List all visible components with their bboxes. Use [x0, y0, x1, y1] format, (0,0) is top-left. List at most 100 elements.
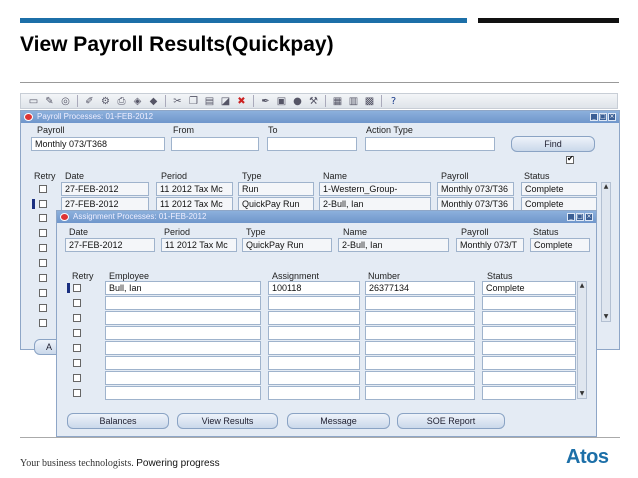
retry-checkbox[interactable]	[73, 329, 81, 337]
retry-checkbox[interactable]	[39, 319, 47, 327]
table-row-period[interactable]: 11 2012 Tax Mc	[156, 182, 233, 196]
scroll-up-icon[interactable]: ▲	[602, 183, 610, 191]
retry-checkbox[interactable]	[39, 274, 47, 282]
close-icon[interactable]: ×	[585, 213, 593, 221]
retry-checkbox[interactable]	[39, 214, 47, 222]
table-row-assignment[interactable]	[268, 386, 360, 400]
scroll-up-icon[interactable]: ▲	[578, 282, 586, 290]
table-row-number[interactable]	[365, 371, 475, 385]
assignment-table-scrollbar[interactable]: ▲ ▼	[577, 281, 587, 399]
edit-icon[interactable]: ✐	[83, 96, 96, 107]
date-field[interactable]: 27-FEB-2012	[65, 238, 155, 252]
scroll-down-icon[interactable]: ▼	[578, 390, 586, 398]
from-field[interactable]	[171, 137, 259, 151]
minimize-icon[interactable]: _	[590, 113, 598, 121]
table-row-status[interactable]	[482, 386, 576, 400]
table-row-employee[interactable]	[105, 296, 261, 310]
balances-button[interactable]: Balances	[67, 413, 169, 429]
type-field[interactable]: QuickPay Run	[242, 238, 332, 252]
table-row-number[interactable]	[365, 296, 475, 310]
period-field[interactable]: 11 2012 Tax Mc	[161, 238, 237, 252]
find-checkbox[interactable]	[566, 154, 574, 164]
zoom-icon[interactable]: ⚙	[99, 96, 112, 107]
view-results-button[interactable]: View Results	[177, 413, 278, 429]
table-row-date[interactable]: 27-FEB-2012	[61, 197, 149, 211]
folder-icon[interactable]: ▣	[275, 96, 288, 107]
maximize-icon[interactable]: □	[599, 113, 607, 121]
retry-checkbox[interactable]	[39, 229, 47, 237]
payroll-field[interactable]: Monthly 073/T	[456, 238, 524, 252]
table-row-number[interactable]	[365, 326, 475, 340]
payroll-field[interactable]: Monthly 073/T368	[31, 137, 165, 151]
find-button[interactable]: Find	[511, 136, 595, 152]
table-row-status[interactable]	[482, 341, 576, 355]
table-row-assignment[interactable]: 100118	[268, 281, 360, 295]
flashlight-icon[interactable]: ✎	[43, 96, 56, 107]
table-row-employee[interactable]	[105, 341, 261, 355]
retry-checkbox[interactable]	[73, 284, 81, 292]
print-icon[interactable]: ⎙	[115, 96, 128, 107]
delete-icon[interactable]: ✖	[235, 96, 248, 107]
table-row-status[interactable]	[482, 371, 576, 385]
table-row-name[interactable]: 2-Bull, Ian	[319, 197, 431, 211]
translate-icon[interactable]: ◆	[147, 96, 160, 107]
table-row-employee[interactable]	[105, 386, 261, 400]
retry-checkbox[interactable]	[39, 289, 47, 297]
table-row-type[interactable]: QuickPay Run	[238, 197, 314, 211]
action-type-field[interactable]	[365, 137, 495, 151]
table-row-status[interactable]	[482, 326, 576, 340]
retry-checkbox[interactable]	[73, 359, 81, 367]
table-row-payroll[interactable]: Monthly 073/T36	[437, 197, 514, 211]
close-icon[interactable]: ×	[608, 113, 616, 121]
table-row-assignment[interactable]	[268, 296, 360, 310]
maximize-icon[interactable]: □	[576, 213, 584, 221]
table-row-period[interactable]: 11 2012 Tax Mc	[156, 197, 233, 211]
soe-report-button[interactable]: SOE Report	[397, 413, 505, 429]
cut-icon[interactable]: ✂	[171, 96, 184, 107]
retry-checkbox[interactable]	[39, 244, 47, 252]
retry-checkbox[interactable]	[73, 374, 81, 382]
table-row-assignment[interactable]	[268, 311, 360, 325]
retry-checkbox[interactable]	[73, 389, 81, 397]
retry-checkbox[interactable]	[73, 344, 81, 352]
table-row-status[interactable]	[482, 311, 576, 325]
table-row-status[interactable]	[482, 356, 576, 370]
table-row-status[interactable]	[482, 296, 576, 310]
scroll-down-icon[interactable]: ▼	[602, 313, 610, 321]
status-field[interactable]: Complete	[530, 238, 590, 252]
window-icon[interactable]: ▦	[331, 96, 344, 107]
table-row-number[interactable]	[365, 311, 475, 325]
table-row-number[interactable]	[365, 386, 475, 400]
message-button[interactable]: Message	[287, 413, 390, 429]
table-row-assignment[interactable]	[268, 371, 360, 385]
retry-checkbox[interactable]	[39, 259, 47, 267]
attachment-icon[interactable]: ◈	[131, 96, 144, 107]
table-row-name[interactable]: 1-Western_Group-	[319, 182, 431, 196]
table-row-status[interactable]: Complete	[521, 182, 597, 196]
payroll-table-scrollbar[interactable]: ▲ ▼	[601, 182, 611, 322]
table-row-employee[interactable]	[105, 326, 261, 340]
copy-icon[interactable]: ❐	[187, 96, 200, 107]
retry-checkbox[interactable]	[73, 314, 81, 322]
table-row-number[interactable]	[365, 341, 475, 355]
minimize-icon[interactable]: _	[567, 213, 575, 221]
pen-icon[interactable]: ✒	[259, 96, 272, 107]
table-row-employee[interactable]	[105, 311, 261, 325]
table-row-type[interactable]: Run	[238, 182, 314, 196]
table-row-number[interactable]	[365, 356, 475, 370]
table-row-assignment[interactable]	[268, 341, 360, 355]
retry-checkbox[interactable]	[39, 185, 47, 193]
tools-icon[interactable]: ⚒	[307, 96, 320, 107]
sphere-icon[interactable]: ●	[291, 96, 304, 107]
retry-checkbox[interactable]	[39, 200, 47, 208]
calendar-icon[interactable]: ▥	[347, 96, 360, 107]
table-row-date[interactable]: 27-FEB-2012	[61, 182, 149, 196]
table-row-assignment[interactable]	[268, 356, 360, 370]
to-field[interactable]	[267, 137, 357, 151]
folder-tools-icon[interactable]: ▩	[363, 96, 376, 107]
retry-checkbox[interactable]	[73, 299, 81, 307]
navigate-icon[interactable]: ◎	[59, 96, 72, 107]
help-icon[interactable]: ?	[387, 96, 400, 107]
table-row-employee[interactable]: Bull, Ian	[105, 281, 261, 295]
name-field[interactable]: 2-Bull, Ian	[338, 238, 449, 252]
